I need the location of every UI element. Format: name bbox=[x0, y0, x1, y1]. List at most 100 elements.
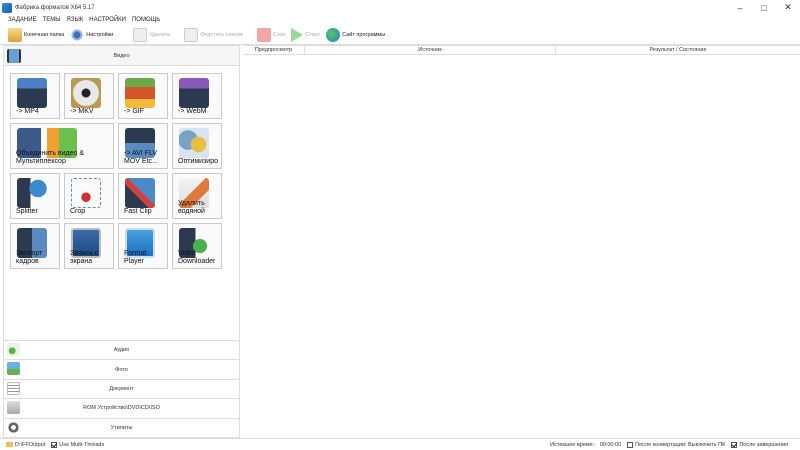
app-window: Фабрика форматов X64 5.17 – □ ✕ ЗАДАНИЕ … bbox=[0, 0, 800, 450]
table-header: Предпросмотр Источник Результат / Состоя… bbox=[243, 45, 800, 55]
window-controls: – □ ✕ bbox=[728, 0, 800, 15]
menu-settings[interactable]: НАСТРОЙКИ bbox=[89, 17, 126, 23]
tile-label: Crop bbox=[70, 208, 86, 215]
tile-screen-record[interactable]: Запись с экрана bbox=[64, 223, 114, 269]
category-audio-label: Аудио bbox=[113, 347, 130, 354]
tile-crop[interactable]: Crop bbox=[64, 173, 114, 219]
tile-remove-watermark[interactable]: Удалить водяной bbox=[172, 173, 222, 219]
multi-threads-checkbox[interactable] bbox=[51, 441, 58, 448]
col-preview[interactable]: Предпросмотр bbox=[243, 46, 305, 54]
tile-label: Splitter bbox=[16, 208, 38, 215]
website-button[interactable]: Сайт программы bbox=[326, 27, 386, 42]
tile-video-downloader[interactable]: Video Downloader bbox=[172, 223, 222, 269]
category-photo[interactable]: Фото bbox=[4, 359, 239, 379]
after-finish-toggle[interactable]: После завершения bbox=[731, 441, 788, 448]
tile-splitter[interactable]: Splitter bbox=[10, 173, 60, 219]
folder-path-text: D:\FFOutput bbox=[15, 441, 46, 448]
multi-threads-label: Use Multi-Threads bbox=[59, 441, 105, 448]
tile-to-webm[interactable]: -> WebM bbox=[172, 73, 222, 119]
tile-label: -> AVI FLV MOV Etc... bbox=[124, 150, 158, 165]
category-photo-label: Фото bbox=[115, 366, 128, 373]
menu-themes[interactable]: ТЕМЫ bbox=[43, 17, 61, 23]
category-list: Аудио Фото Документ ROM Устройство\DVD\C… bbox=[4, 340, 239, 437]
minimize-icon[interactable]: – bbox=[728, 0, 752, 15]
start-button[interactable]: Старт bbox=[291, 27, 321, 42]
tile-merge-video[interactable]: Объединить видео & Мультиплексор bbox=[10, 123, 114, 169]
col-result-status[interactable]: Результат / Состояние bbox=[556, 46, 800, 54]
folder-icon bbox=[8, 27, 22, 42]
clear-list-icon bbox=[184, 27, 199, 42]
left-panel: Видео -> MP4 -> MKV -> GIF -> WebM Объед… bbox=[3, 45, 240, 438]
app-logo-icon bbox=[2, 2, 12, 13]
menu-language[interactable]: ЯЗЫК bbox=[67, 17, 84, 23]
stop-icon bbox=[256, 27, 271, 42]
delete-button[interactable]: Удалить bbox=[133, 27, 171, 42]
toolbar: Конечная папка Настройки Удалить Очистит… bbox=[0, 25, 800, 45]
close-icon[interactable]: ✕ bbox=[776, 0, 800, 15]
tile-fast-clip[interactable]: Fast Clip bbox=[118, 173, 168, 219]
tile-to-mkv[interactable]: -> MKV bbox=[64, 73, 114, 119]
tile-label: Объединить видео & Мультиплексор bbox=[16, 150, 85, 165]
optimize-icon bbox=[179, 128, 209, 158]
clear-list-button[interactable]: Очистить список bbox=[184, 27, 243, 42]
tile-label: -> MP4 bbox=[16, 108, 39, 115]
splitter-icon bbox=[17, 178, 47, 208]
category-video-label: Видео bbox=[113, 52, 130, 59]
clear-list-label: Очистить список bbox=[200, 31, 243, 38]
after-convert-checkbox[interactable] bbox=[627, 441, 634, 448]
maximize-icon[interactable]: □ bbox=[752, 0, 776, 15]
tile-label: Format Player bbox=[124, 250, 147, 265]
elapsed-time: Истекшее время : 00:00:00 bbox=[550, 442, 621, 448]
after-finish-checkbox[interactable] bbox=[731, 441, 738, 448]
after-convert-label: После конвертации: Выключить ПК bbox=[635, 441, 726, 448]
category-rom[interactable]: ROM Устройство\DVD\CD\ISO bbox=[4, 398, 239, 418]
menu-help[interactable]: ПОМОЩЬ bbox=[132, 17, 160, 23]
tile-to-mp4[interactable]: -> MP4 bbox=[10, 73, 60, 119]
tile-label: Удалить водяной bbox=[178, 200, 205, 215]
category-audio[interactable]: Аудио bbox=[4, 340, 239, 360]
menu-task[interactable]: ЗАДАНИЕ bbox=[8, 17, 37, 23]
after-finish-label: После завершения bbox=[739, 441, 788, 448]
rom-icon bbox=[7, 401, 20, 415]
delete-label: Удалить bbox=[149, 31, 171, 38]
mp4-icon bbox=[17, 78, 47, 108]
audio-icon bbox=[7, 343, 20, 356]
website-label: Сайт программы bbox=[342, 31, 386, 38]
settings-label: Настройки bbox=[86, 31, 114, 38]
start-label: Старт bbox=[305, 31, 321, 38]
play-icon bbox=[291, 27, 304, 42]
task-table: Предпросмотр Источник Результат / Состоя… bbox=[243, 45, 800, 438]
webm-icon bbox=[179, 78, 209, 108]
tile-label: Запись с экрана bbox=[70, 250, 99, 265]
tile-optimize[interactable]: Оптимизиро bbox=[172, 123, 222, 169]
settings-button[interactable]: Настройки bbox=[70, 27, 114, 42]
stop-button[interactable]: Стоп bbox=[256, 27, 286, 42]
stop-label: Стоп bbox=[272, 31, 286, 38]
tile-avi-flv-mov[interactable]: -> AVI FLV MOV Etc... bbox=[118, 123, 168, 169]
tile-format-player[interactable]: Format Player bbox=[118, 223, 168, 269]
tile-label: Video Downloader bbox=[178, 250, 216, 265]
output-folder-button[interactable]: Конечная папка bbox=[8, 27, 65, 42]
category-document[interactable]: Документ bbox=[4, 378, 239, 399]
tile-label: Экспорт кадров bbox=[16, 250, 43, 265]
output-folder-path[interactable]: D:\FFOutput bbox=[6, 442, 45, 448]
title-bar: Фабрика форматов X64 5.17 – □ ✕ bbox=[0, 0, 800, 15]
globe-icon bbox=[326, 27, 341, 42]
tile-label: -> WebM bbox=[178, 108, 207, 115]
folder-small-icon bbox=[6, 442, 13, 447]
category-utilities[interactable]: Утилиты bbox=[4, 417, 239, 437]
gif-icon bbox=[125, 78, 155, 108]
video-film-icon bbox=[7, 49, 21, 63]
col-source[interactable]: Источник bbox=[305, 46, 556, 54]
output-folder-label: Конечная папка bbox=[24, 31, 65, 38]
category-document-label: Документ bbox=[109, 385, 134, 392]
mkv-icon bbox=[71, 78, 101, 108]
multi-threads-toggle[interactable]: Use Multi-Threads bbox=[51, 441, 105, 448]
after-convert-toggle[interactable]: После конвертации: Выключить ПК bbox=[627, 441, 726, 448]
category-video[interactable]: Видео bbox=[4, 46, 239, 66]
document-icon bbox=[7, 381, 20, 395]
tile-to-gif[interactable]: -> GIF bbox=[118, 73, 168, 119]
tile-export-frames[interactable]: Экспорт кадров bbox=[10, 223, 60, 269]
utilities-icon bbox=[7, 420, 20, 434]
elapsed-value: 00:00:00 bbox=[599, 441, 622, 448]
